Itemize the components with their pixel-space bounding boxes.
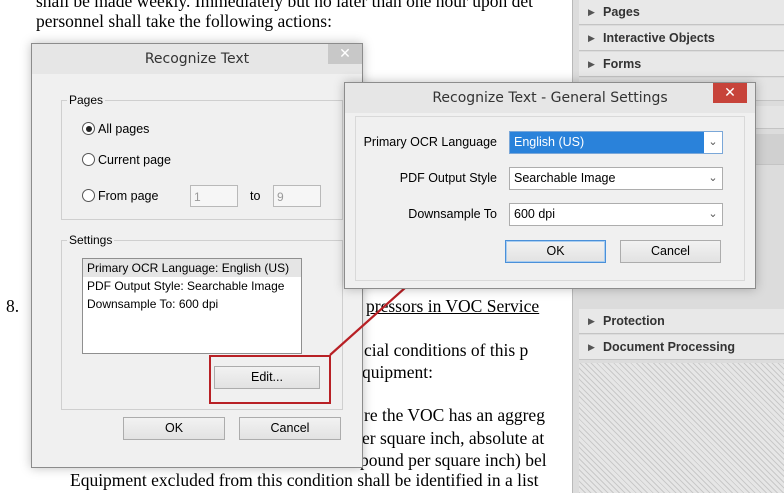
from-page-input[interactable]: 1 [190, 185, 238, 207]
dialog-title: Recognize Text - General Settings [432, 90, 668, 106]
triangle-right-icon: ▶ [588, 33, 595, 43]
doc-line: 8. [6, 296, 20, 316]
highlight-box [209, 355, 331, 404]
recognize-text-dialog: Recognize Text ✕ Pages All pages Current… [31, 43, 363, 468]
list-item[interactable]: Primary OCR Language: English (US) [83, 259, 301, 277]
list-item[interactable]: PDF Output Style: Searchable Image [83, 277, 301, 295]
settings-list[interactable]: Primary OCR Language: English (US) PDF O… [82, 258, 302, 354]
chevron-down-icon: ⌄ [704, 132, 722, 153]
panel-item-interactive-objects[interactable]: ▶ Interactive Objects [579, 26, 784, 51]
downsample-select[interactable]: 600 dpi ⌄ [509, 203, 723, 226]
radio-from-page[interactable]: From page [82, 189, 158, 203]
settings-label: Settings [67, 233, 115, 247]
doc-line: quipment: [362, 362, 433, 382]
panel-item-forms[interactable]: ▶ Forms [579, 52, 784, 77]
triangle-right-icon: ▶ [588, 316, 595, 326]
list-item[interactable]: Downsample To: 600 dpi [83, 295, 301, 313]
cancel-button[interactable]: Cancel [239, 417, 341, 440]
downsample-label: Downsample To [408, 207, 497, 221]
output-style-select[interactable]: Searchable Image ⌄ [509, 167, 723, 190]
close-icon: ✕ [724, 84, 736, 100]
language-label: Primary OCR Language [363, 135, 497, 149]
doc-line: cial conditions of this p [364, 340, 529, 360]
triangle-right-icon: ▶ [588, 342, 595, 352]
chevron-down-icon: ⌄ [704, 168, 722, 189]
panel-item-document-processing[interactable]: ▶ Document Processing [579, 335, 784, 360]
pages-label: Pages [67, 93, 106, 107]
radio-icon [82, 189, 95, 202]
language-select[interactable]: English (US) ⌄ [509, 131, 723, 154]
triangle-right-icon: ▶ [588, 7, 595, 17]
close-button[interactable]: ✕ [328, 44, 362, 64]
general-settings-dialog: Recognize Text - General Settings ✕ Prim… [344, 82, 756, 289]
close-icon: ✕ [339, 45, 351, 61]
doc-line: pound per square inch) bel [360, 450, 547, 470]
doc-line: er square inch, absolute at [362, 428, 545, 448]
doc-line: Equipment excluded from this condition s… [70, 470, 539, 490]
radio-selected-icon [82, 122, 95, 135]
panel-item-pages[interactable]: ▶ Pages [579, 0, 784, 25]
panel-item-protection[interactable]: ▶ Protection [579, 309, 784, 334]
doc-line: personnel shall take the following actio… [36, 11, 332, 31]
panel-empty-area [579, 363, 784, 493]
chevron-down-icon: ⌄ [704, 204, 722, 225]
dialog-title: Recognize Text [144, 51, 250, 67]
ok-button[interactable]: OK [505, 240, 606, 263]
triangle-right-icon: ▶ [588, 59, 595, 69]
doc-line: re the VOC has an aggreg [364, 405, 545, 425]
ok-button[interactable]: OK [123, 417, 225, 440]
close-button[interactable]: ✕ [713, 83, 747, 103]
output-style-label: PDF Output Style [399, 171, 497, 185]
doc-line: pressors in VOC Service [366, 296, 540, 316]
cancel-button[interactable]: Cancel [620, 240, 721, 263]
to-page-input[interactable]: 9 [273, 185, 321, 207]
radio-all-pages[interactable]: All pages [82, 122, 149, 136]
radio-current-page[interactable]: Current page [82, 153, 171, 167]
to-label: to [250, 189, 261, 203]
radio-icon [82, 153, 95, 166]
